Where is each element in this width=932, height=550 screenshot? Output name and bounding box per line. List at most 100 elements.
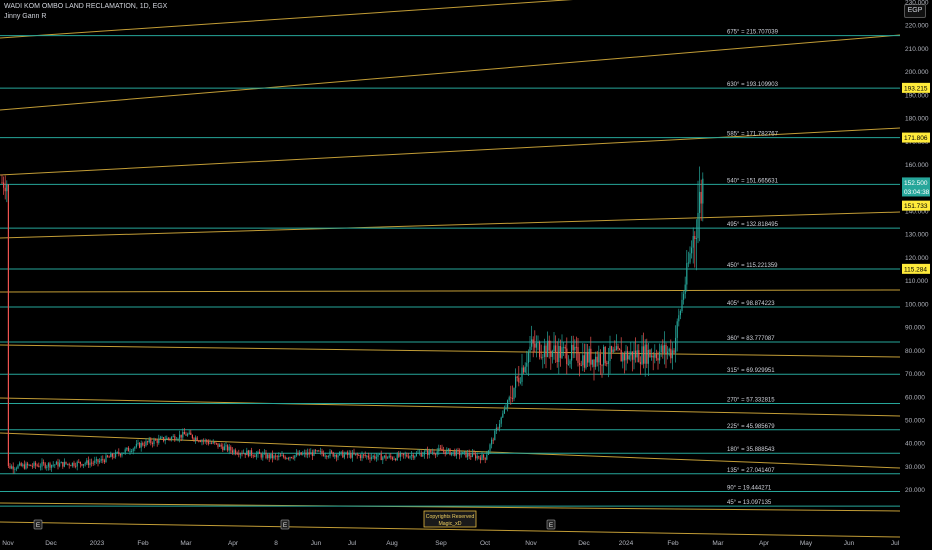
candle-body (462, 451, 464, 455)
candle-body (105, 455, 107, 463)
candle-body (492, 439, 494, 441)
candle-body (519, 381, 521, 383)
candle-body (700, 191, 702, 204)
price-badge-label: 115.284 (904, 266, 927, 273)
candle-body (286, 457, 288, 459)
candle-body (4, 187, 6, 192)
candle-body (59, 463, 61, 467)
candle-body (428, 450, 430, 456)
candle-body (51, 464, 53, 468)
candle-body (695, 238, 697, 240)
candle-body (495, 427, 497, 431)
candle-body (415, 453, 417, 456)
candle-body (503, 408, 505, 414)
candle-body (145, 441, 147, 446)
candle-body (553, 345, 555, 352)
candle-body (475, 454, 477, 459)
gann-level-lines: 675° = 215.707039 630° = 193.109903 585° =… (0, 30, 900, 507)
candle-body (548, 340, 550, 351)
candle-body (215, 442, 217, 444)
candle-body (691, 247, 693, 254)
candle-body (268, 454, 270, 459)
candle-body (163, 437, 165, 441)
candle-body (657, 358, 659, 361)
candle-body (358, 455, 360, 456)
candle-body (430, 450, 432, 453)
x-tick-label: Feb (137, 540, 149, 547)
gann-level-label: 315° = 69.929951 (727, 368, 775, 374)
candle-body (531, 339, 533, 347)
candle-body (241, 453, 243, 455)
candle-body (390, 455, 392, 458)
candle-body (348, 453, 350, 455)
candle-body (364, 454, 366, 457)
candle-body (201, 440, 203, 442)
candle-body (233, 450, 235, 453)
candle-body (446, 449, 448, 455)
candle-body (315, 450, 317, 452)
candle-body (284, 456, 286, 459)
candle-body (511, 397, 513, 399)
price-chart[interactable]: 675° = 215.707039 630° = 193.109903 585° =… (0, 0, 932, 550)
candle-body (374, 455, 376, 459)
candle-body (209, 442, 211, 444)
candle-body (595, 356, 597, 367)
candle-body (235, 450, 237, 454)
x-tick-label: Dec (578, 540, 590, 547)
candle-body (65, 461, 67, 464)
candle-body (83, 464, 85, 466)
candle-body (537, 342, 539, 344)
candle-body (345, 452, 347, 455)
candle-body (599, 354, 601, 365)
candle-body (257, 451, 259, 455)
price-badges: 193.215 171.806 152.500 03:04:38 151.733 115.… (902, 82, 930, 274)
candle-body (204, 439, 206, 441)
candle-body (217, 443, 219, 447)
candle-body (87, 460, 89, 466)
candle-body (140, 443, 142, 448)
candle-body (676, 321, 678, 338)
candle-body (571, 344, 573, 361)
candle-body (377, 454, 379, 457)
candle-body (199, 441, 201, 442)
candle-body (244, 453, 246, 455)
candle-body (444, 451, 446, 455)
candle-body (513, 387, 515, 399)
x-tick-label: Feb (667, 540, 679, 547)
candle-body (385, 455, 387, 459)
gann-level-label: 360° = 83.777087 (727, 336, 775, 342)
candle-body (363, 454, 365, 456)
candle-body (76, 461, 78, 467)
candle-body (564, 346, 566, 349)
candle-body (164, 439, 166, 441)
candle-body (25, 463, 27, 469)
candle-body (497, 427, 499, 429)
candle-body (44, 463, 46, 468)
gann-fan-line (0, 34, 901, 111)
candle-body (246, 450, 248, 455)
candle-body (271, 453, 273, 459)
candle-body (681, 299, 683, 311)
candle-body (155, 439, 157, 441)
y-tick-label: 70.000 (905, 371, 925, 378)
x-tick-label: Aug (386, 540, 398, 547)
candle-body (153, 439, 155, 445)
candle-body (94, 460, 96, 464)
candle-body (628, 355, 630, 360)
candle-body (481, 454, 483, 460)
candle-body (150, 439, 152, 444)
candle-body (395, 458, 397, 461)
candle-body (252, 455, 254, 457)
event-marker-label: E (36, 522, 41, 529)
candle-body (297, 453, 299, 456)
candle-body (487, 450, 489, 455)
candle-body (607, 361, 609, 364)
candle-body (116, 452, 118, 453)
candle-body (158, 438, 160, 443)
candle-body (174, 436, 176, 440)
candle-body (129, 451, 131, 453)
candle-body (471, 453, 473, 457)
candle-body (679, 310, 681, 316)
candle-body (588, 348, 590, 363)
candle-body (476, 456, 478, 459)
